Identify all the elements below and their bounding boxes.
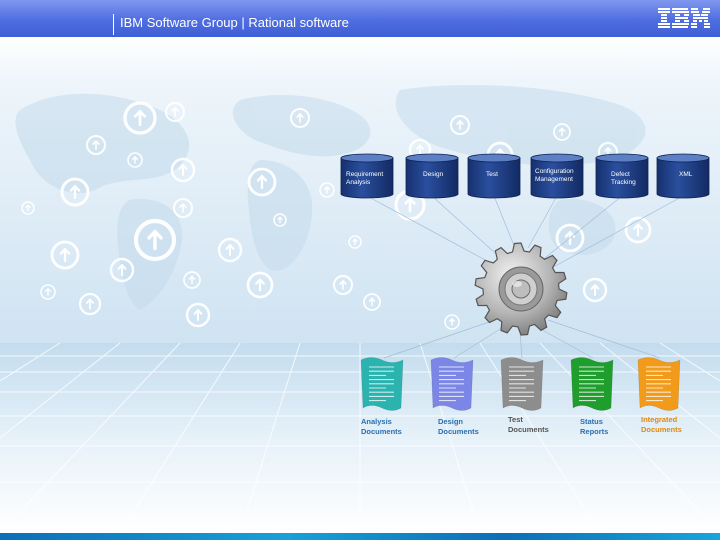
database-label-requirement-analysis: Requirement Analysis — [346, 171, 384, 186]
database-label-defect-tracking: Defect Tracking — [611, 171, 636, 186]
database-label-configuration-management: Configuration Management — [535, 168, 574, 183]
doc-label-integrated-documents: Integrated Documents — [641, 415, 682, 434]
database-label-design: Design — [423, 171, 444, 178]
footer-strip — [0, 533, 720, 540]
document-icon — [500, 357, 544, 411]
header-bar: IBM Software Group | Rational software — [0, 0, 720, 37]
header-title: IBM Software Group | Rational software — [120, 15, 349, 30]
document-icon — [430, 357, 474, 411]
document-icon — [637, 357, 681, 411]
ibm-logo — [658, 8, 710, 28]
diagram-canvas — [0, 37, 720, 534]
doc-label-status-reports: Status Reports — [580, 417, 609, 436]
database-label-test: Test — [486, 171, 498, 178]
slide: IBM Software Group | Rational software R… — [0, 0, 720, 540]
database-label-xml: XML — [679, 171, 693, 178]
document-icon — [570, 357, 614, 411]
header-divider — [113, 14, 114, 35]
doc-label-test-documents: Test Documents — [508, 415, 549, 434]
doc-label-design-documents: Design Documents — [438, 417, 479, 436]
document-icon — [360, 357, 404, 411]
doc-label-analysis-documents: Analysis Documents — [361, 417, 402, 436]
